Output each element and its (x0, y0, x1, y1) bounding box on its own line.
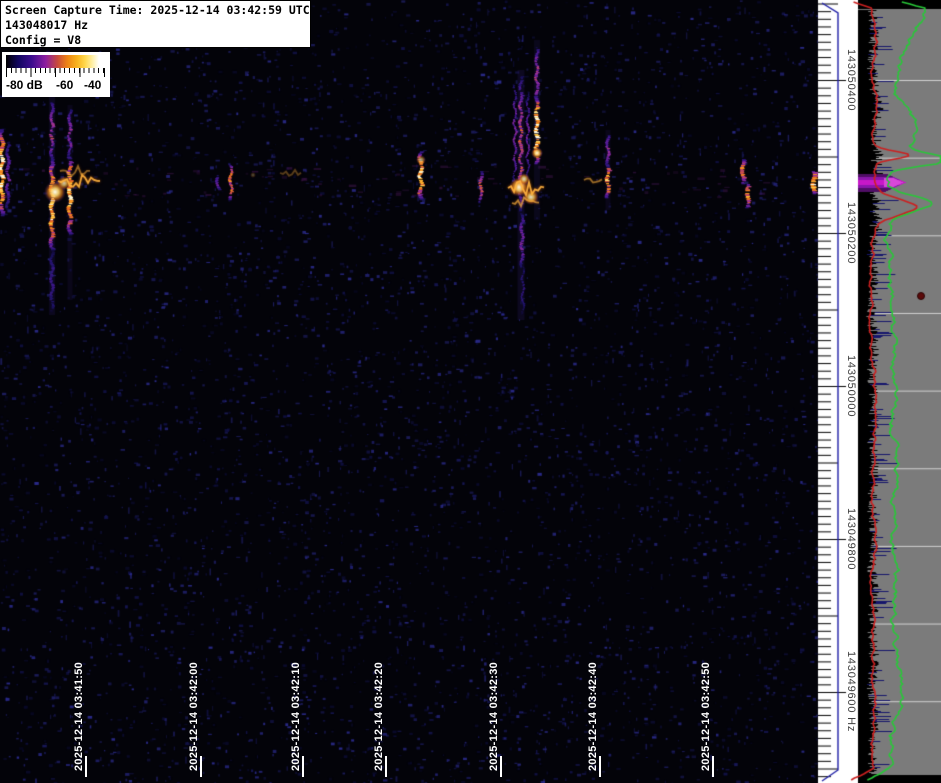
capture-frequency-text: 143048017 Hz (5, 18, 89, 32)
scale-label-40db: -40 (84, 78, 102, 92)
capture-info-box: Screen Capture Time: 2025-12-14 03:42:59… (0, 0, 311, 48)
time-label: 2025-12-14 03:42:00 (188, 661, 200, 771)
time-label: 2025-12-14 03:41:50 (73, 661, 85, 771)
freq-label: 143049600 Hz (845, 651, 857, 733)
scale-minor-ticks (6, 68, 106, 73)
time-label: 2025-12-14 03:42:50 (700, 661, 712, 771)
time-tick (599, 756, 601, 777)
config-text: Config = V8 (5, 33, 82, 47)
spectrum-monitor-window: Screen Capture Time: 2025-12-14 03:42:59… (0, 0, 941, 783)
freq-label: 143050400 (845, 49, 857, 112)
scale-labels: -80 dB -60 -40 (2, 78, 110, 94)
freq-label: 143050200 (845, 202, 857, 265)
time-tick (85, 756, 87, 777)
time-tick (385, 756, 387, 777)
freq-label: 143050000 (845, 355, 857, 418)
time-tick (200, 756, 202, 777)
time-tick (712, 756, 714, 777)
freq-label: 143049800 (845, 508, 857, 571)
capture-time-text: Screen Capture Time: 2025-12-14 03:42:59… (5, 3, 310, 17)
time-label: 2025-12-14 03:42:10 (290, 661, 302, 771)
waterfall-region (0, 0, 818, 783)
time-label: 2025-12-14 03:42:30 (488, 661, 500, 771)
db-color-scale: -80 dB -60 -40 (2, 52, 110, 97)
scale-label-80db: -80 dB (6, 78, 43, 92)
spectrum-panel-region (858, 0, 941, 783)
time-tick (302, 756, 304, 777)
color-gradient-bar (6, 55, 105, 68)
time-label: 2025-12-14 03:42:20 (373, 661, 385, 771)
time-tick (500, 756, 502, 777)
scale-label-60db: -60 (56, 78, 74, 92)
time-label: 2025-12-14 03:42:40 (587, 661, 599, 771)
